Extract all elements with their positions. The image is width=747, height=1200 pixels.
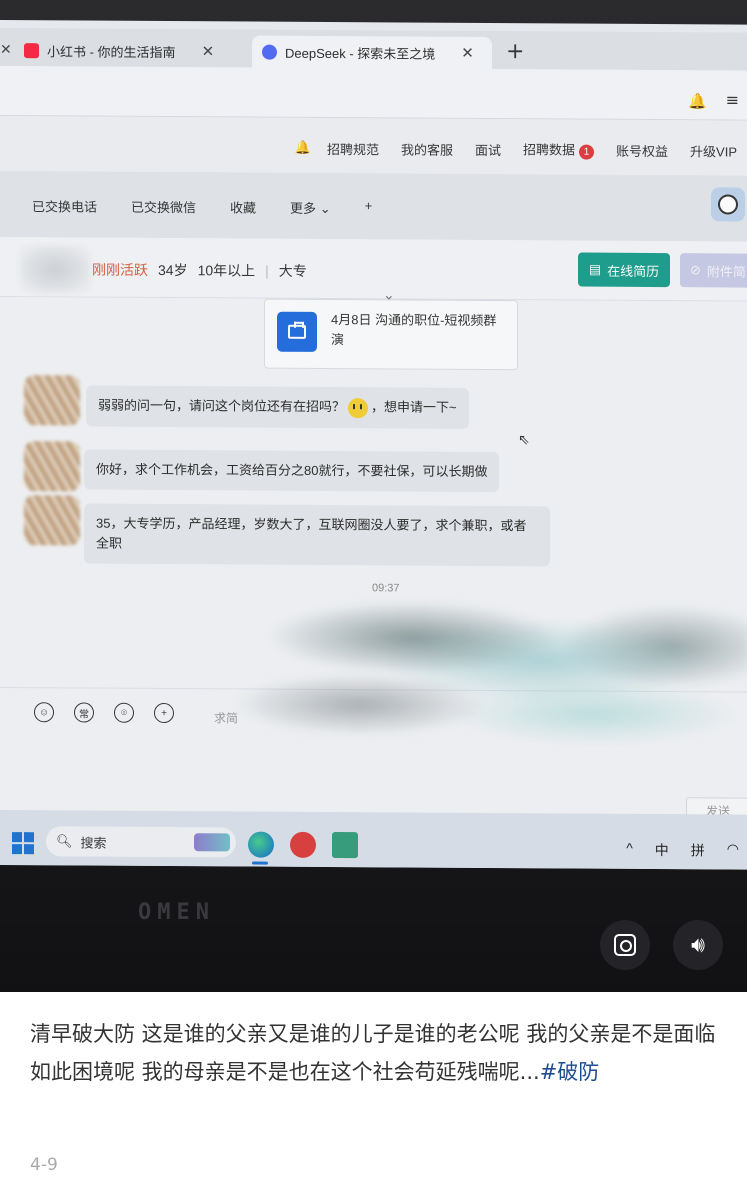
location-icon[interactable]: ⌾ xyxy=(114,702,134,723)
message-text: 35，大专学历，产品经理，岁数大了，互联网圈没人要了，求个兼职，或者全职 xyxy=(96,515,527,551)
message-text: 你好，求个工作机会，工资给百分之80就行，不要社保，可以长期做 xyxy=(96,461,488,479)
online-resume-button[interactable]: ▤ 在线简历 xyxy=(578,252,670,288)
xiaohongshu-favicon-icon xyxy=(24,42,39,58)
nav-item-recruit-rules[interactable]: 招聘规范 xyxy=(327,138,379,157)
deepseek-favicon-icon xyxy=(262,44,277,60)
chat-message: 35，大专学历，产品经理，岁数大了，互联网圈没人要了，求个兼职，或者全职 xyxy=(84,503,550,567)
windows-taskbar: 🔍︎ 搜索 ^ 中 拼 ◠ xyxy=(0,810,747,870)
nav-item-recruit-data[interactable]: 招聘数据 1 xyxy=(523,139,595,160)
post-caption: 清早破大防 这是谁的父亲又是谁的儿子是谁的老公呢 我的父亲是不是面临如此困境呢 … xyxy=(30,1015,720,1091)
candidate-header: 刚刚活跃 34岁 10年以上 | 大专 ▤ 在线简历 ⊘ 附件简 xyxy=(0,237,747,302)
blurred-avatar xyxy=(24,495,80,546)
netease-music-icon[interactable] xyxy=(290,831,316,858)
notification-badge: 1 xyxy=(579,144,595,160)
common-phrase-label: 常 xyxy=(79,708,89,721)
candidate-age: 34岁 xyxy=(158,261,188,279)
search-icon: 🔍︎ xyxy=(56,833,73,849)
message-text: 弱弱的问一句，请问这个岗位还有在招吗？ xyxy=(98,397,346,415)
common-phrase-icon[interactable]: 常 xyxy=(74,702,94,723)
plus-icon[interactable]: + xyxy=(154,702,174,724)
browser-tab-bar: ✕ 小红书 - 你的生活指南 ✕ DeepSeek - 探索未至之境 ✕ + xyxy=(0,28,747,71)
plus-icon[interactable]: + xyxy=(365,198,373,217)
tab-title: DeepSeek - 探索未至之境 xyxy=(285,45,436,62)
job-card[interactable]: 4月8日 沟通的职位-短视频群演 xyxy=(264,298,518,371)
image-search-button[interactable] xyxy=(600,920,650,970)
avatar-face-icon xyxy=(718,194,738,215)
candidate-education: 大专 xyxy=(278,262,307,279)
site-header: 🔔 招聘规范 我的客服 面试 招聘数据 1 账号权益 升级VIP xyxy=(0,116,747,176)
close-icon[interactable]: ✕ xyxy=(0,42,12,58)
input-language-indicator[interactable]: 中 xyxy=(655,840,669,860)
user-avatar[interactable] xyxy=(711,187,745,222)
wifi-icon[interactable]: ◠ xyxy=(727,840,739,860)
job-card-text: 4月8日 沟通的职位-短视频群演 xyxy=(331,312,497,348)
windows-start-icon[interactable] xyxy=(12,832,34,855)
menu-icon[interactable]: ≡ xyxy=(726,90,739,109)
nav-item-account-rights[interactable]: 账号权益 xyxy=(616,140,668,159)
attachment-resume-label: 附件简 xyxy=(706,263,746,280)
tray-expand-icon[interactable]: ^ xyxy=(626,840,633,860)
active-app-indicator xyxy=(252,861,268,865)
speaker-icon: 🔊︎ xyxy=(691,932,705,958)
nav-item-upgrade-vip[interactable]: 升级VIP xyxy=(690,141,737,160)
mouse-cursor-icon: ⇖ xyxy=(518,432,530,449)
chat-filter-tabs: 已交换电话 已交换微信 收藏 更多 ⌄ + xyxy=(0,171,747,242)
active-status: 刚刚活跃 xyxy=(92,261,148,278)
site-nav: 🔔 招聘规范 我的客服 面试 招聘数据 1 账号权益 升级VIP xyxy=(295,138,737,161)
laptop-screen: ✕ 小红书 - 你的生活指南 ✕ DeepSeek - 探索未至之境 ✕ + 🔔… xyxy=(0,20,747,870)
scan-icon xyxy=(614,934,636,956)
taskbar-search[interactable]: 🔍︎ 搜索 xyxy=(46,826,236,858)
edge-browser-icon[interactable] xyxy=(248,831,274,858)
new-tab-icon[interactable]: + xyxy=(506,39,524,64)
post-body: 清早破大防 这是谁的父亲又是谁的儿子是谁的老公呢 我的父亲是不是面临如此困境呢 … xyxy=(30,1022,716,1084)
divider: | xyxy=(265,262,269,279)
notification-bell-icon[interactable]: 🔔 xyxy=(295,140,311,156)
tab-close-icon[interactable]: ✕ xyxy=(461,44,474,62)
search-highlight-icon xyxy=(194,833,230,852)
nav-item-my-service[interactable]: 我的客服 xyxy=(401,139,453,158)
chat-message: 弱弱的问一句，请问这个岗位还有在招吗？ ，想申请一下~ xyxy=(86,385,469,429)
redaction-smear xyxy=(230,591,747,745)
photo: ✕ 小红书 - 你的生活指南 ✕ DeepSeek - 探索未至之境 ✕ + 🔔… xyxy=(0,0,747,992)
post-date: 4-9 xyxy=(30,1155,58,1175)
online-resume-label: 在线简历 xyxy=(607,263,660,279)
paperclip-icon: ⊘ xyxy=(690,262,701,278)
chevron-down-icon: ⌄ xyxy=(319,200,331,217)
tab-deepseek[interactable]: DeepSeek - 探索未至之境 ✕ xyxy=(252,35,492,70)
monitor-app-icon[interactable] xyxy=(332,832,358,859)
briefcase-icon xyxy=(277,311,317,352)
hashtag-link[interactable]: #破防 xyxy=(540,1060,600,1084)
tab-title: 小红书 - 你的生活指南 xyxy=(47,43,176,60)
emoji-icon[interactable]: ☺ xyxy=(34,702,54,723)
chat-message: 你好，求个工作机会，工资给百分之80就行，不要社保，可以长期做 xyxy=(84,449,500,493)
sound-button[interactable]: 🔊︎ xyxy=(673,920,723,970)
tab-more-label: 更多 xyxy=(290,200,317,216)
tab-xiaohongshu[interactable]: 小红书 - 你的生活指南 ✕ xyxy=(14,34,250,67)
blurred-avatar xyxy=(24,441,80,492)
tab-close-icon[interactable]: ✕ xyxy=(202,42,215,60)
nav-item-interview[interactable]: 面试 xyxy=(475,139,501,158)
tab-favorites[interactable]: 收藏 xyxy=(230,197,256,216)
system-tray: ^ 中 拼 ◠ xyxy=(626,840,739,861)
document-icon: ▤ xyxy=(588,261,602,277)
candidate-experience: 10年以上 xyxy=(197,262,256,279)
candidate-info: 刚刚活跃 34岁 10年以上 | 大专 xyxy=(92,260,307,281)
address-bar-row: 🔔 ≡ xyxy=(0,66,747,121)
tab-more[interactable]: 更多 ⌄ xyxy=(290,198,331,217)
tab-exchanged-wechat[interactable]: 已交换微信 xyxy=(131,197,196,216)
search-label: 搜索 xyxy=(80,834,107,851)
nav-label: 招聘数据 xyxy=(523,142,576,158)
input-method-indicator[interactable]: 拼 xyxy=(691,840,705,860)
blurred-avatar xyxy=(20,245,90,294)
laptop-brand-logo: OMEN xyxy=(138,900,215,925)
bell-icon[interactable]: 🔔 xyxy=(688,92,707,110)
message-text: ，想申请一下~ xyxy=(371,399,457,415)
attachment-resume-button[interactable]: ⊘ 附件简 xyxy=(680,253,747,288)
tab-exchanged-phone[interactable]: 已交换电话 xyxy=(32,196,97,215)
emoji-icon xyxy=(348,397,369,418)
blurred-avatar xyxy=(24,375,80,426)
